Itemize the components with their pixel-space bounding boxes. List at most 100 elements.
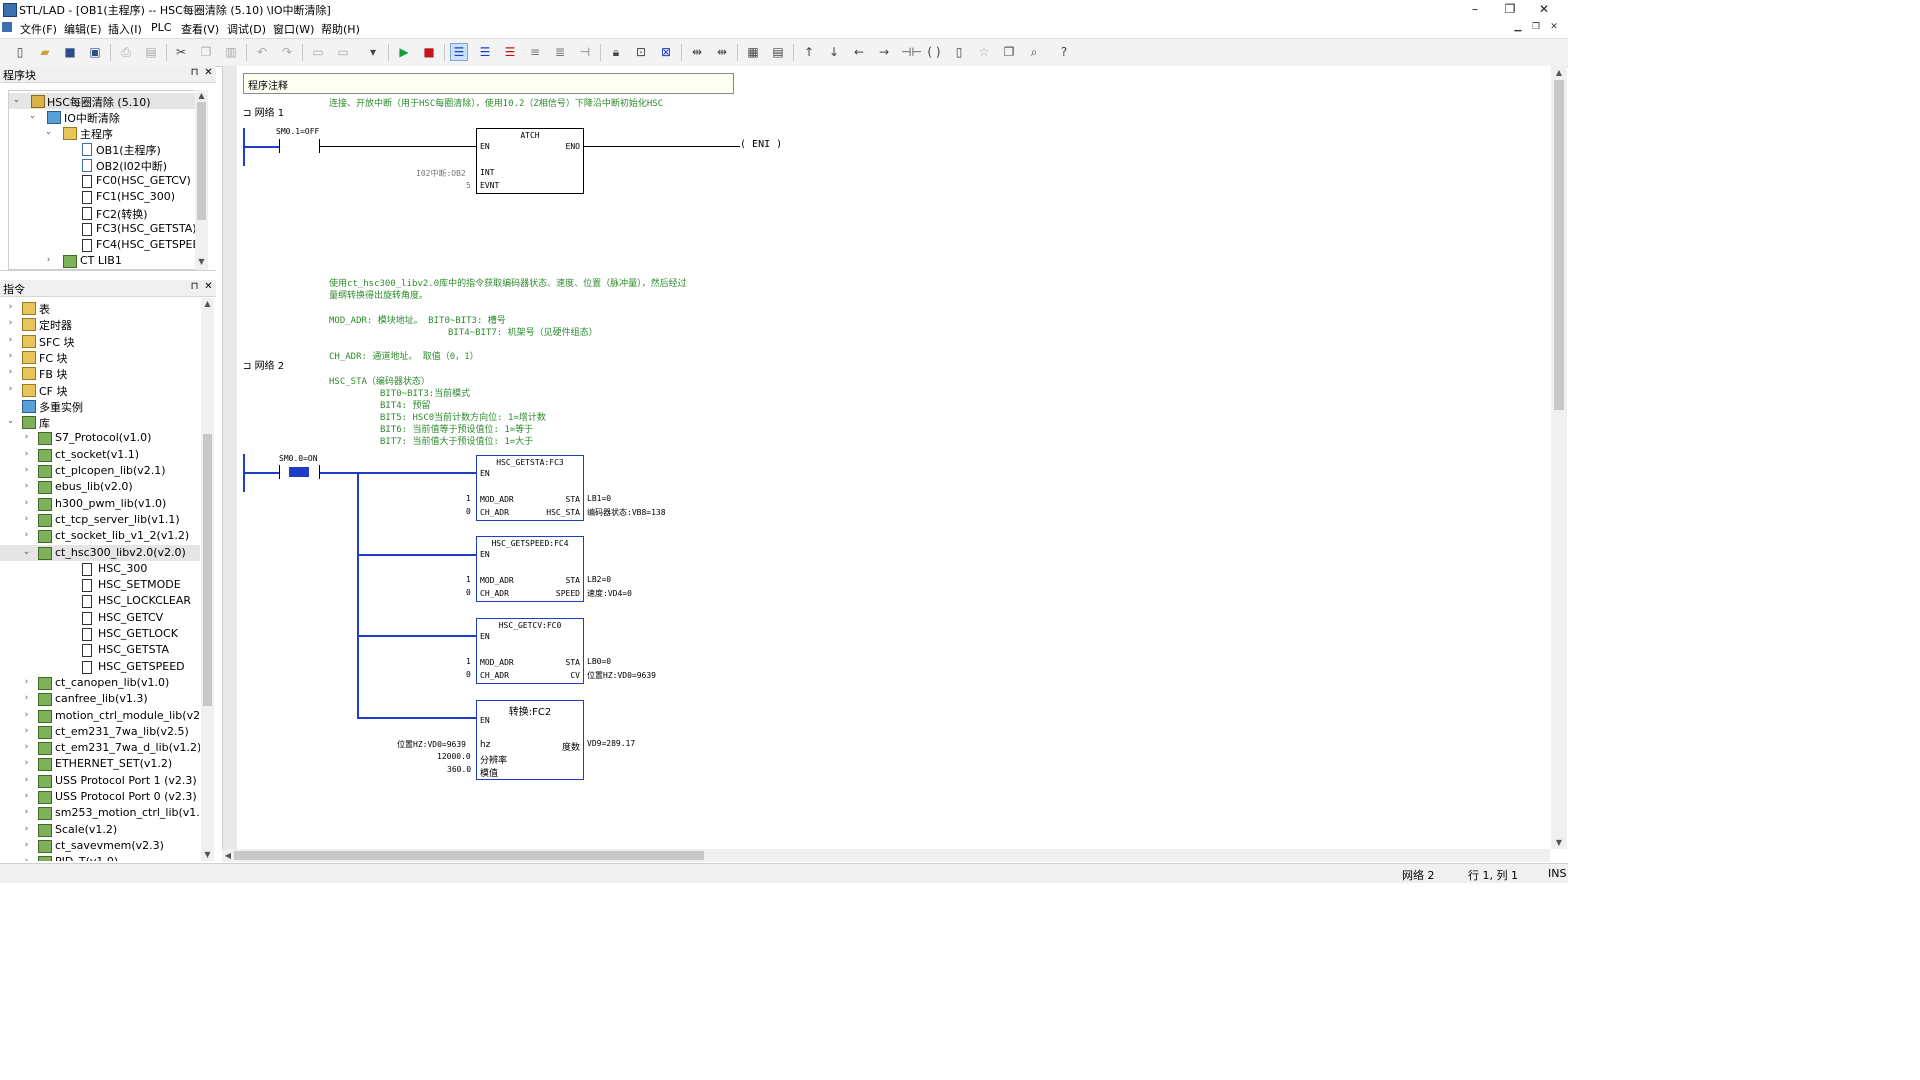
zoom-icon[interactable]: ⌕ [1026, 44, 1042, 60]
instruction-tree-item[interactable]: ⌄ 库 [0, 414, 200, 430]
line-down-icon[interactable]: ↓ [826, 44, 842, 60]
expand-icon[interactable]: › [6, 335, 15, 345]
expand-icon[interactable]: › [22, 792, 31, 801]
getspeed-speed-value[interactable]: 速度:VD4=0 [587, 588, 632, 599]
convert-box[interactable]: 转换:FC2 EN hz 分辨率 模值 度数 [476, 700, 584, 780]
menu-plc[interactable]: PLC [151, 21, 171, 34]
int-param[interactable]: I02中断:OB2 [416, 168, 466, 179]
collapse-icon[interactable]: ⌄ [22, 547, 31, 557]
expand-icon[interactable]: › [6, 351, 15, 361]
stop-icon[interactable]: ■ [421, 44, 437, 60]
network-2-title[interactable]: ⊐ 网络 2 [243, 357, 284, 372]
upload-icon[interactable]: ▭ [335, 44, 351, 60]
getsta-sta-value[interactable]: LB1=0 [587, 494, 611, 503]
outdent-icon[interactable]: ≣ [552, 44, 568, 60]
expand-icon[interactable]: › [22, 514, 31, 524]
editor-vertical-scrollbar[interactable]: ▲ ▼ [1551, 66, 1567, 849]
expand-icon[interactable]: › [6, 368, 15, 377]
expand-icon[interactable]: › [22, 482, 31, 491]
document-icon[interactable] [2, 22, 12, 32]
instruction-tree-item[interactable]: HSC_GETSPEED [0, 659, 200, 675]
print-preview-icon[interactable]: ▤ [143, 44, 159, 60]
expand-icon[interactable]: › [22, 694, 31, 703]
expand-icon[interactable]: › [22, 743, 31, 752]
pin-icon[interactable]: ⊓ [189, 281, 200, 293]
instruction-tree-item[interactable]: › ETHERNET_SET(v1.2) [0, 756, 200, 772]
getcv-ch-adr-value[interactable]: 0 [466, 670, 471, 679]
line-left-icon[interactable]: ← [851, 44, 867, 60]
expand-icon[interactable]: › [22, 433, 31, 442]
insert-row-icon[interactable]: ⇹ [689, 44, 705, 60]
contact-icon[interactable]: ⊣⊢ [901, 44, 922, 60]
save-all-icon[interactable]: ▣ [87, 44, 103, 60]
save-icon[interactable]: ■ [62, 44, 78, 60]
instruction-tree-item[interactable]: › SFC 块 [0, 333, 200, 349]
tree-item-main-program[interactable]: ⌄ 主程序 [9, 125, 195, 141]
convert-resolution-value[interactable]: 12000.0 [437, 752, 471, 761]
getsta-ch-adr-value[interactable]: 0 [466, 507, 471, 516]
getspeed-mod-adr-value[interactable]: 1 [466, 575, 471, 584]
print-icon[interactable]: ⎙ [118, 44, 134, 60]
instruction-tree-item[interactable]: › CF 块 [0, 382, 200, 398]
expand-icon[interactable]: › [22, 498, 31, 508]
cut-icon[interactable]: ✂ [173, 44, 189, 60]
tree-item-io-interrupt[interactable]: ⌄ IO中断清除 [9, 109, 195, 125]
lock-icon[interactable]: 🔒︎ [608, 44, 624, 60]
instruction-tree-item[interactable]: › sm253_motion_ctrl_lib(v1.0) [0, 805, 200, 821]
instruction-tree-item[interactable]: ⌄ ct_hsc300_libv2.0(v2.0) [0, 544, 200, 561]
run-icon[interactable]: ▶ [396, 44, 412, 60]
mdi-minimize-button[interactable]: ▁ [1511, 21, 1525, 34]
instruction-tree-item[interactable]: › h300_pwm_lib(v1.0) [0, 496, 200, 512]
instruction-tree-item[interactable]: › motion_ctrl_module_lib(v2.1) [0, 708, 200, 724]
delete-row-icon[interactable]: ⇹ [714, 44, 730, 60]
undo-icon[interactable]: ↶ [254, 44, 270, 60]
fbd-view-icon[interactable]: ☰ [477, 44, 493, 60]
close-icon[interactable]: ✕ [203, 67, 214, 79]
menu-help[interactable]: 帮助(H) [321, 21, 360, 37]
instruction-tree-item[interactable]: HSC_LOCKCLEAR [0, 593, 200, 609]
instruction-tree-item[interactable]: › FB 块 [0, 365, 200, 381]
getsta-mod-adr-value[interactable]: 1 [466, 494, 471, 503]
collapse-icon[interactable]: ⌄ [6, 417, 15, 426]
tree-item-ob2[interactable]: OB2(I02中断) [9, 157, 195, 173]
mdi-restore-button[interactable]: ❐ [1529, 21, 1543, 34]
instruction-tree-item[interactable]: HSC_SETMODE [0, 577, 200, 593]
line-right-icon[interactable]: → [876, 44, 892, 60]
instruction-tree-item[interactable]: › ct_socket(v1.1) [0, 447, 200, 463]
pin-icon[interactable]: ⊓ [189, 67, 200, 79]
tree-item-fc0[interactable]: FC0(HSC_GETCV) [9, 173, 195, 189]
tree-item-fc2[interactable]: FC2(转换) [9, 205, 195, 221]
expand-icon[interactable]: › [22, 857, 31, 861]
instruction-tree-item[interactable]: › Scale(v1.2) [0, 822, 200, 838]
instruction-tree-item[interactable]: › S7_Protocol(v1.0) [0, 430, 200, 446]
minimize-button[interactable]: – [1458, 0, 1492, 19]
instruction-tree-item[interactable]: › ct_canopen_lib(v1.0) [0, 675, 200, 691]
menu-window[interactable]: 窗口(W) [273, 21, 314, 37]
instruction-tree-item[interactable]: › canfree_lib(v1.3) [0, 691, 200, 707]
getcv-sta-value[interactable]: LB0=0 [587, 657, 611, 666]
instruction-tree-item[interactable]: HSC_300 [0, 561, 200, 577]
stl-view-icon[interactable]: ☰ [502, 44, 518, 60]
editor-horizontal-scrollbar[interactable]: ◀ [222, 849, 1550, 862]
menu-view[interactable]: 查看(V) [181, 21, 219, 37]
new-icon[interactable]: ▯ [12, 44, 28, 60]
menu-file[interactable]: 文件(F) [20, 21, 57, 37]
protect-icon[interactable]: ⊠ [658, 44, 674, 60]
instruction-tree-item[interactable]: 多重实例 [0, 398, 200, 414]
coil-icon[interactable]: ( ) [926, 44, 942, 60]
ladder-view-icon[interactable]: ☰ [450, 43, 468, 61]
expand-icon[interactable]: › [22, 824, 31, 834]
expand-icon[interactable]: › [22, 840, 31, 850]
close-icon[interactable]: ✕ [203, 281, 214, 293]
contact-sm0-0[interactable]: SM0.0=ON [279, 454, 318, 463]
instruction-tree-item[interactable]: HSC_GETSTA [0, 642, 200, 658]
contact-sm0-1[interactable]: SM0.1=OFF [276, 127, 319, 136]
expand-icon[interactable]: › [22, 775, 31, 785]
expand-icon[interactable]: › [22, 710, 31, 720]
expand-icon[interactable]: › [22, 726, 31, 736]
getcv-cv-value[interactable]: 位置HZ:VD0=9639 [587, 670, 656, 681]
filter-icon[interactable]: ▾ [365, 44, 381, 60]
instruction-tree-item[interactable]: › 定时器 [0, 316, 200, 332]
coil-eni[interactable]: ( ENI ) [740, 139, 782, 150]
expand-icon[interactable]: › [22, 466, 31, 475]
